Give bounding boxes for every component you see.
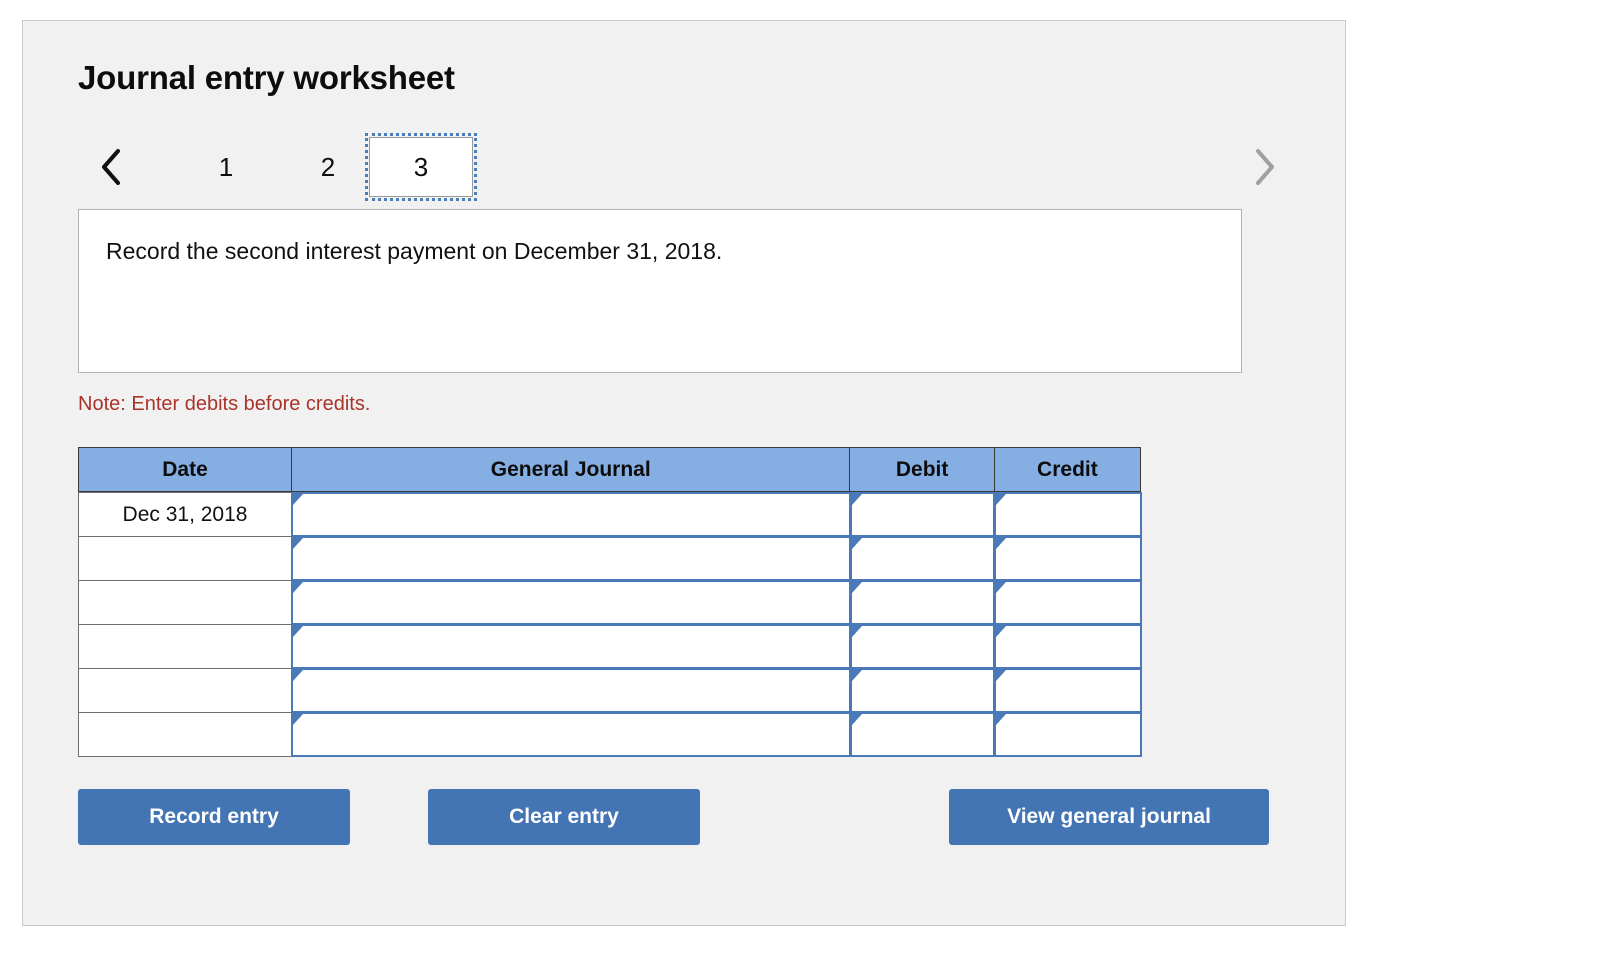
- debits-before-credits-note: Note: Enter debits before credits.: [78, 393, 371, 415]
- record-entry-button[interactable]: Record entry: [78, 789, 350, 845]
- worksheet-tab-3-label: 3: [413, 151, 429, 182]
- clear-entry-button[interactable]: Clear entry: [428, 789, 700, 845]
- column-header-date: Date: [78, 447, 292, 492]
- date-cell[interactable]: [78, 668, 293, 713]
- credit-cell[interactable]: [994, 668, 1142, 713]
- table-row: [78, 624, 1142, 669]
- debit-cell[interactable]: [849, 492, 996, 537]
- debit-cell[interactable]: [849, 668, 996, 713]
- worksheet-tab-1[interactable]: 1: [193, 137, 259, 197]
- worksheet-tab-2-label: 2: [320, 151, 336, 182]
- worksheet-action-buttons: Record entry Clear entry View general jo…: [78, 789, 1298, 845]
- worksheet-tab-3[interactable]: 3: [365, 133, 477, 201]
- table-row: [78, 712, 1142, 757]
- date-cell[interactable]: Dec 31, 2018: [78, 492, 293, 537]
- column-header-credit: Credit: [993, 447, 1142, 492]
- worksheet-tab-strip: 1 2 3: [69, 129, 1301, 213]
- page-title: Journal entry worksheet: [78, 59, 455, 96]
- table-row: [78, 668, 1142, 713]
- table-header-row: Date General Journal Debit Credit: [78, 447, 1142, 492]
- credit-cell[interactable]: [994, 624, 1142, 669]
- credit-cell[interactable]: [994, 492, 1142, 537]
- general-journal-cell[interactable]: [291, 580, 851, 625]
- table-row: [78, 536, 1142, 581]
- date-cell[interactable]: [78, 580, 293, 625]
- chevron-right-icon[interactable]: [1244, 139, 1284, 195]
- journal-entry-worksheet-panel: Journal entry worksheet 1 2 3 Record the…: [22, 20, 1346, 926]
- debit-cell[interactable]: [849, 624, 996, 669]
- transaction-prompt-text: Record the second interest payment on De…: [106, 238, 723, 264]
- column-header-debit: Debit: [849, 447, 995, 492]
- table-row: [78, 580, 1142, 625]
- chevron-left-icon[interactable]: [91, 139, 131, 195]
- view-general-journal-button[interactable]: View general journal: [949, 789, 1269, 845]
- general-journal-cell[interactable]: [291, 536, 851, 581]
- worksheet-tab-2[interactable]: 2: [295, 137, 361, 197]
- date-cell[interactable]: [78, 712, 293, 757]
- journal-entry-table: Date General Journal Debit Credit Dec 31…: [78, 447, 1142, 757]
- general-journal-cell[interactable]: [291, 668, 851, 713]
- credit-cell[interactable]: [994, 580, 1142, 625]
- debit-cell[interactable]: [849, 712, 996, 757]
- general-journal-cell[interactable]: [291, 624, 851, 669]
- table-row: Dec 31, 2018: [78, 492, 1142, 537]
- credit-cell[interactable]: [994, 712, 1142, 757]
- general-journal-cell[interactable]: [291, 712, 851, 757]
- date-cell[interactable]: [78, 536, 293, 581]
- date-cell[interactable]: [78, 624, 293, 669]
- worksheet-tab-1-label: 1: [218, 151, 234, 182]
- column-header-general-journal: General Journal: [291, 447, 851, 492]
- debit-cell[interactable]: [849, 580, 996, 625]
- debit-cell[interactable]: [849, 536, 996, 581]
- transaction-prompt-box: Record the second interest payment on De…: [78, 209, 1242, 373]
- credit-cell[interactable]: [994, 536, 1142, 581]
- general-journal-cell[interactable]: [291, 492, 851, 537]
